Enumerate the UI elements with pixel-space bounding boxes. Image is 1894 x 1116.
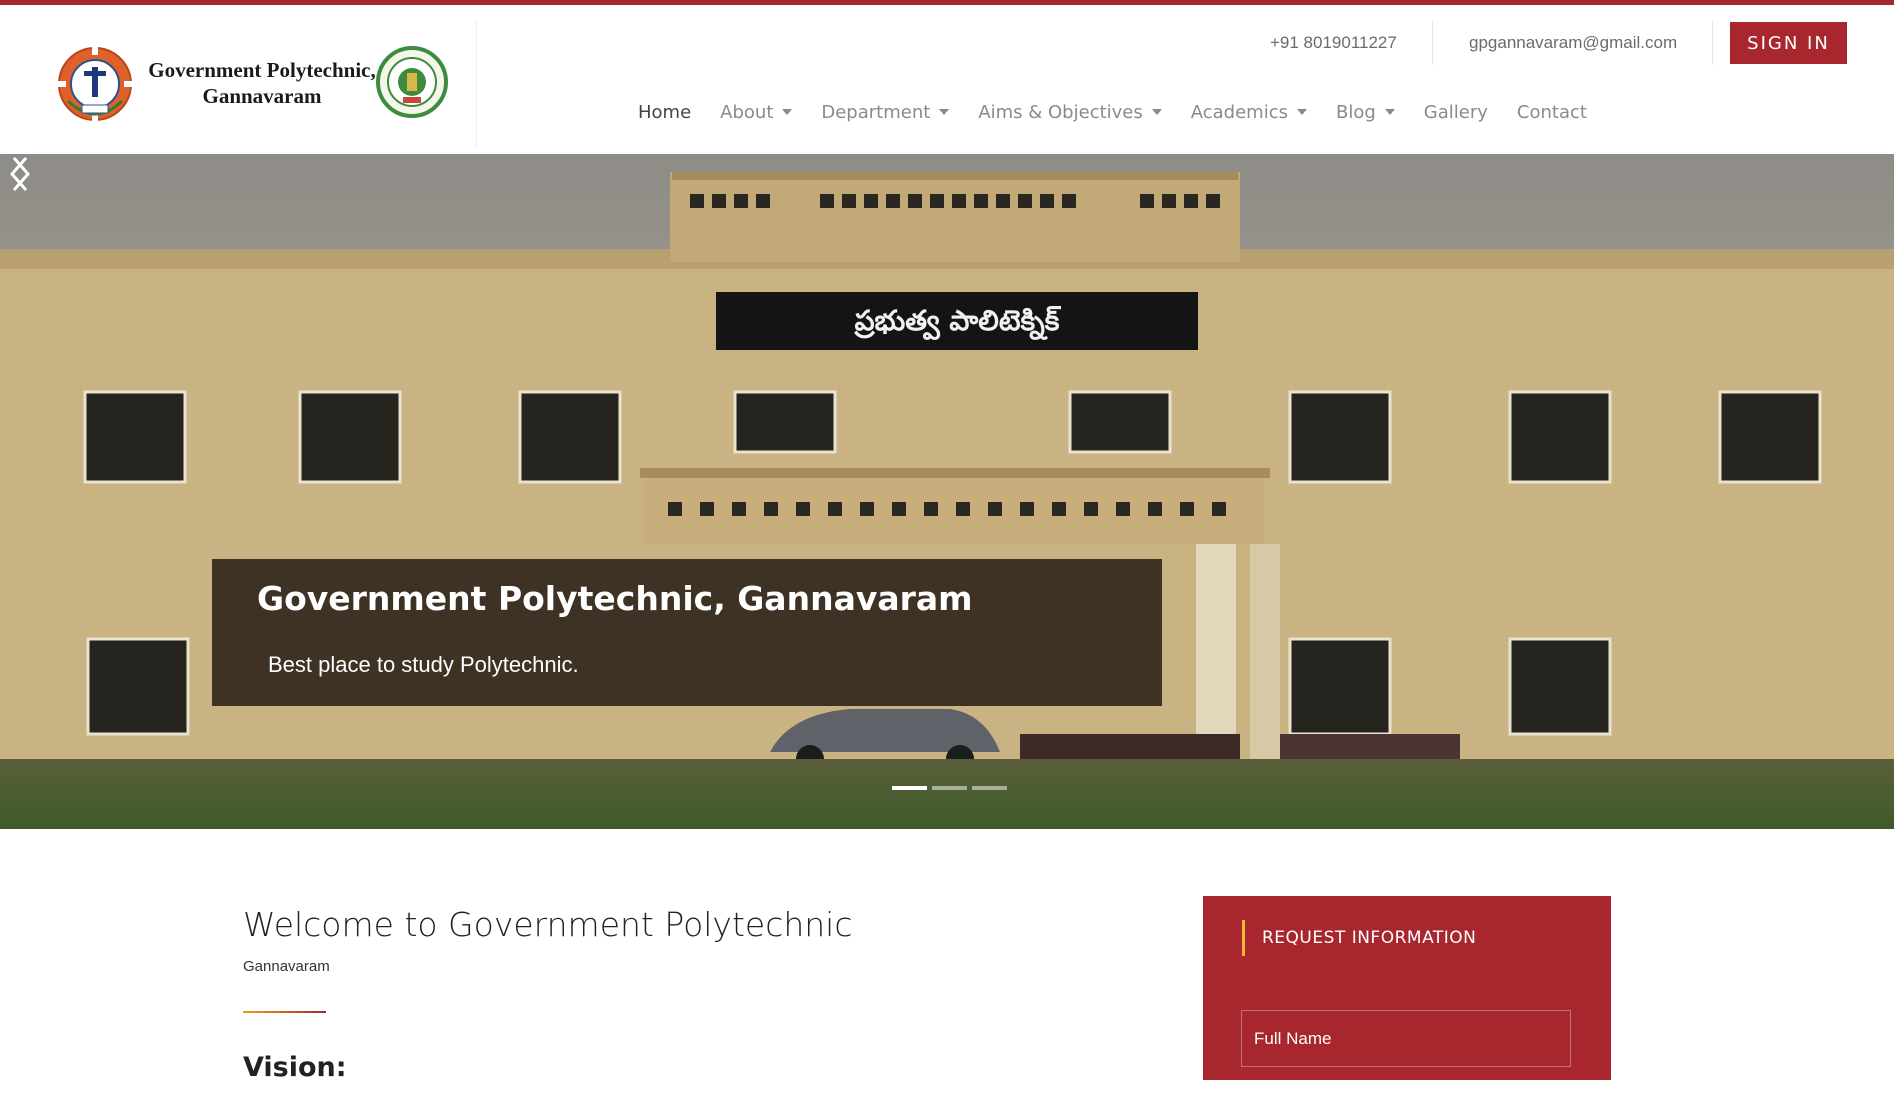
carousel-indicators: [892, 786, 1012, 790]
caret-down-icon: [1384, 109, 1395, 115]
welcome-subtitle: Gannavaram: [243, 958, 330, 975]
main-navigation: Home About Department Aims & Objectives …: [638, 97, 1616, 127]
carousel-indicator[interactable]: [892, 786, 927, 790]
caret-down-icon: [939, 109, 950, 115]
caption-title: Government Polytechnic, Gannavaram: [257, 579, 973, 618]
nav-item-label: Department: [821, 101, 931, 123]
nav-item-about[interactable]: About: [720, 101, 793, 123]
hero-carousel: ప్రభుత్వ పాలిటెక్నిక్ Government Polytec…: [0, 154, 1894, 829]
contact-divider: [1432, 21, 1433, 65]
email-address[interactable]: gpgannavaram@gmail.com: [1469, 33, 1677, 53]
nav-item-academics[interactable]: Academics: [1191, 102, 1307, 123]
caption-subtitle: Best place to study Polytechnic.: [268, 652, 579, 677]
nav-item-department[interactable]: Department: [821, 101, 950, 123]
nav-item-contact[interactable]: Contact: [1517, 102, 1587, 123]
nav-item-label: Aims & Objectives: [978, 101, 1143, 123]
title-underline: [243, 1011, 326, 1013]
nav-item-blog[interactable]: Blog: [1336, 102, 1395, 123]
nav-item-label: Blog: [1335, 101, 1376, 123]
vision-heading: Vision:: [243, 1052, 347, 1083]
nav-item-gallery[interactable]: Gallery: [1424, 102, 1488, 123]
nav-item-home[interactable]: Home: [638, 102, 691, 123]
contact-divider: [1712, 21, 1713, 65]
phone-number[interactable]: +91 8019011227: [1270, 33, 1397, 53]
caret-down-icon: [1296, 109, 1307, 115]
nav-item-label: Gallery: [1423, 101, 1488, 123]
carousel-next-icon[interactable]: [0, 154, 40, 194]
logo-title-line2: Gannavaram: [202, 84, 322, 108]
nav-item-label: Contact: [1516, 101, 1587, 123]
logo-title-line1: Government Polytechnic,: [148, 58, 376, 82]
state-emblem-icon: [376, 46, 448, 118]
request-accent-bar: [1242, 920, 1245, 956]
nav-item-label: Academics: [1190, 101, 1288, 123]
full-name-field[interactable]: [1241, 1010, 1571, 1067]
caret-down-icon: [1151, 109, 1162, 115]
request-information-form: REQUEST INFORMATION: [1203, 896, 1611, 1080]
request-title: REQUEST INFORMATION: [1262, 928, 1477, 948]
nav-item-aims-objectives[interactable]: Aims & Objectives: [978, 101, 1162, 123]
welcome-title: Welcome to Government Polytechnic: [243, 905, 853, 944]
hero-building-image: ప్రభుత్వ పాలిటెక్నిక్: [0, 154, 1894, 829]
carousel-indicator[interactable]: [932, 786, 967, 790]
logo-title: Government Polytechnic, Gannavaram: [142, 57, 382, 109]
header-divider: [476, 21, 477, 149]
nav-item-label: About: [720, 101, 774, 123]
site-logo[interactable]: Government Polytechnic, Gannavaram: [50, 41, 460, 127]
sign-in-button[interactable]: SIGN IN: [1730, 22, 1847, 64]
nav-item-label: Home: [638, 101, 692, 123]
college-emblem-icon: [56, 45, 134, 123]
caret-down-icon: [782, 109, 793, 115]
carousel-caption: Government Polytechnic, Gannavaram Best …: [212, 559, 1162, 706]
building-sign-text: ప్రభుత్వ పాలిటెక్నిక్: [854, 304, 1062, 340]
carousel-indicator[interactable]: [972, 786, 1007, 790]
site-header: Government Polytechnic, Gannavaram +91 8…: [0, 5, 1894, 154]
